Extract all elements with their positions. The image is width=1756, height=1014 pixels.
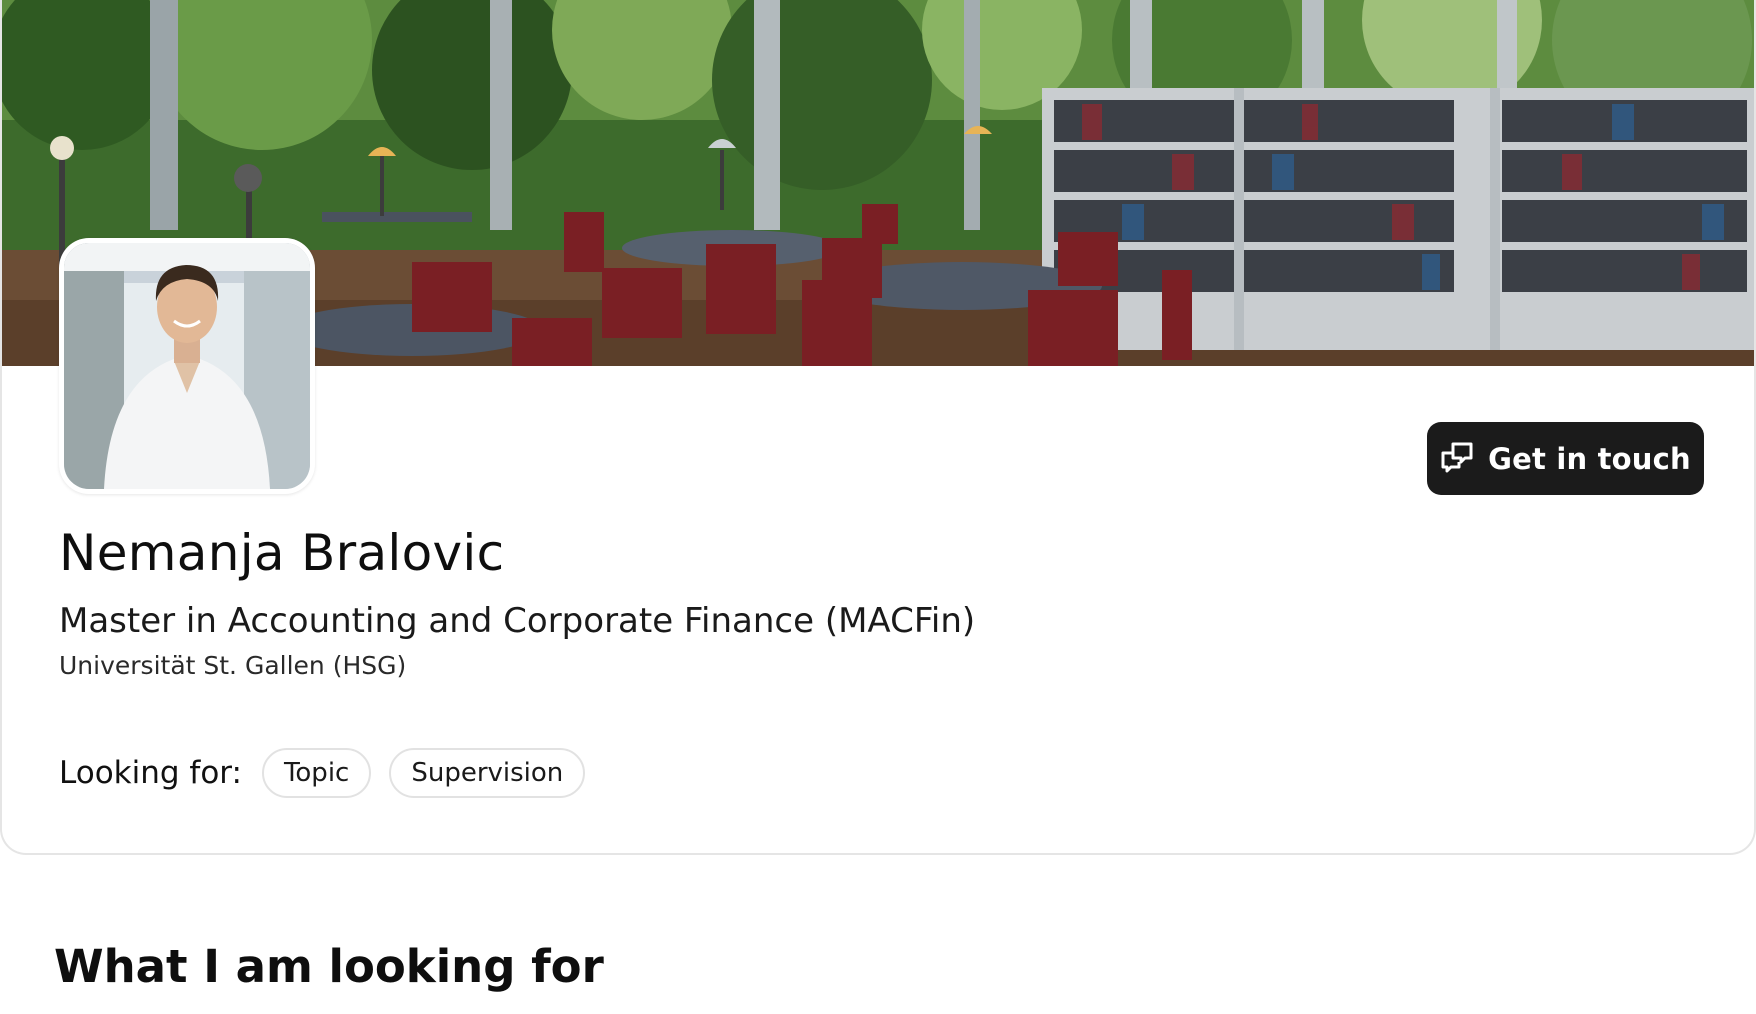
avatar[interactable] [59,238,315,494]
section-title-what-looking-for: What I am looking for [54,940,604,993]
chip-supervision[interactable]: Supervision [389,748,586,798]
chip-topic[interactable]: Topic [261,748,372,798]
study-program: Master in Accounting and Corporate Finan… [59,601,976,641]
looking-for-label: Looking for: [59,755,242,791]
profile-card: Get in touch Nemanja Bralovic Master in … [0,0,1756,855]
get-in-touch-label: Get in touch [1488,441,1691,476]
looking-for-row: Looking for: Topic Supervision [59,748,603,798]
get-in-touch-button[interactable]: Get in touch [1427,422,1704,495]
university-name: Universität St. Gallen (HSG) [59,651,407,680]
chat-bubbles-icon [1440,441,1474,477]
profile-name: Nemanja Bralovic [59,524,505,582]
